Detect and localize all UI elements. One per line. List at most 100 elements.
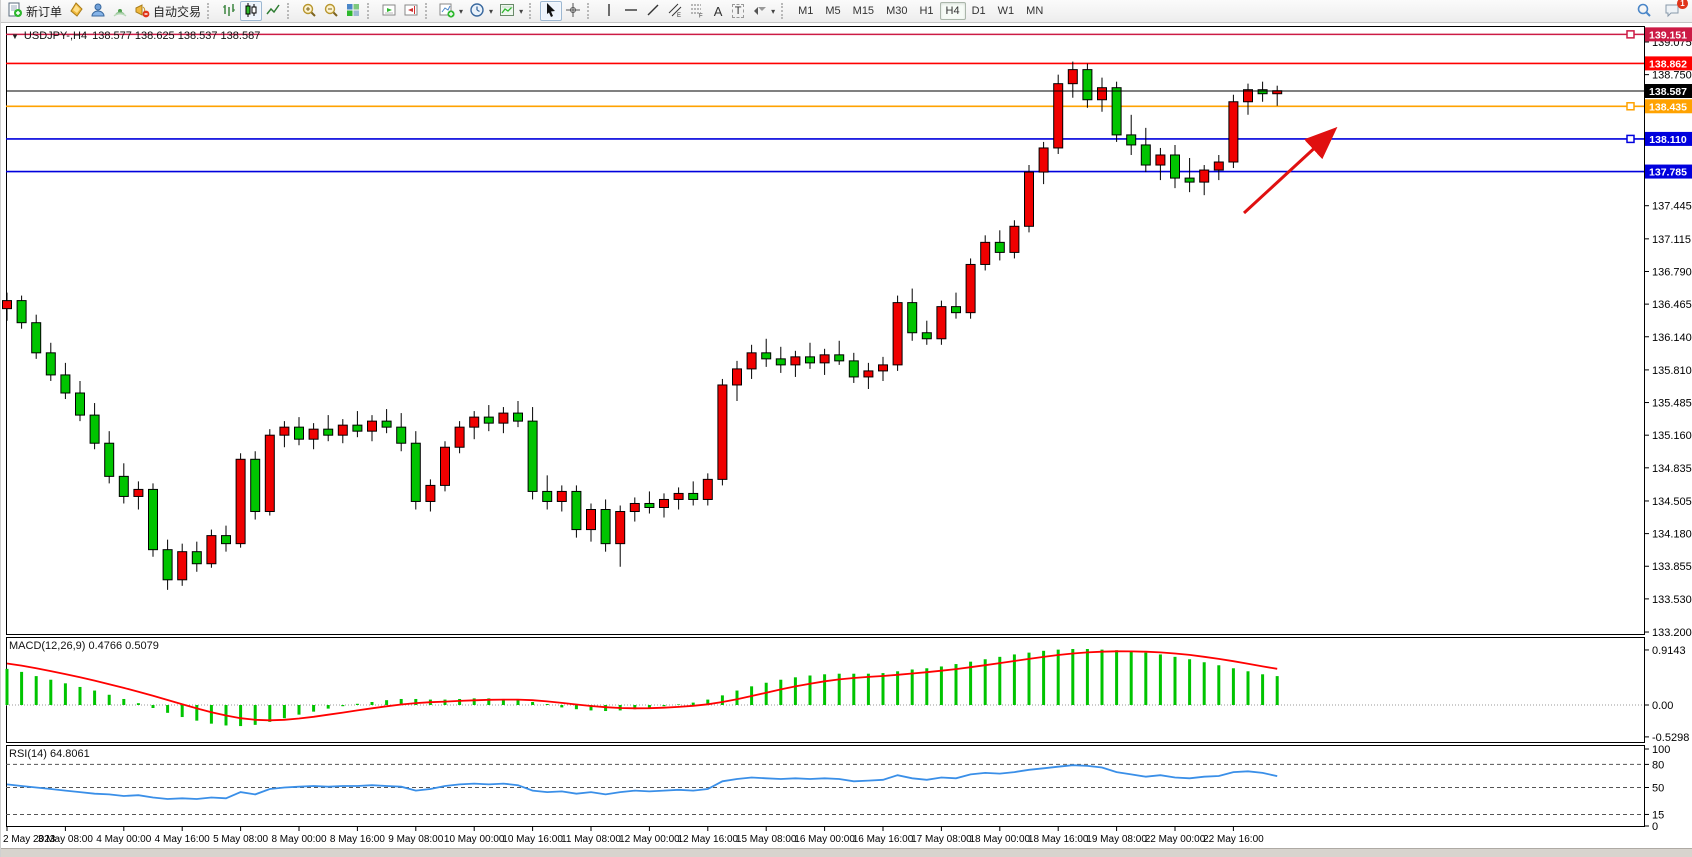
periods-button[interactable]: ▾ — [466, 1, 496, 21]
price-badge[interactable]: 138.862 — [1645, 56, 1692, 70]
zoom-out-button[interactable] — [320, 1, 342, 21]
candle-body-up — [1039, 148, 1048, 172]
price-badge-text: 137.785 — [1649, 167, 1687, 179]
text-button[interactable]: A — [708, 1, 728, 21]
indicators-button[interactable]: ▾ — [436, 1, 466, 21]
candle-body-up — [280, 427, 289, 435]
signals-button[interactable] — [109, 1, 131, 21]
symbol-dropdown-icon[interactable]: ▼ — [11, 32, 19, 41]
candle-body-down — [119, 476, 128, 496]
price-badge[interactable]: 139.151 — [1645, 27, 1692, 41]
toolbar-drag-handle[interactable] — [781, 3, 788, 19]
time-tick-label: 22 May 16:00 — [1203, 834, 1264, 845]
chart-shift-button[interactable] — [400, 1, 422, 21]
zoom-in-button[interactable] — [298, 1, 320, 21]
search-button[interactable] — [1633, 1, 1655, 21]
mt4-window: 新订单 自动交易 — [0, 0, 1692, 857]
main-panel[interactable] — [7, 27, 1645, 635]
candle-body-down — [163, 550, 172, 580]
fibonacci-button[interactable]: F — [686, 1, 708, 21]
timeframe-d1-button[interactable]: D1 — [966, 2, 992, 20]
price-badge[interactable]: 138.110 — [1645, 132, 1692, 146]
zoom-group — [298, 0, 364, 22]
candle-body-down — [762, 353, 771, 359]
candle-body-up — [557, 491, 566, 501]
line-handle[interactable] — [1627, 31, 1634, 38]
line-handle[interactable] — [1627, 135, 1634, 142]
chevron-down-icon: ▾ — [519, 7, 523, 16]
toolbar-drag-handle[interactable] — [587, 3, 594, 19]
templates-button[interactable]: ▾ — [496, 1, 526, 21]
new-order-button[interactable]: 新订单 — [4, 1, 65, 21]
candle-body-up — [178, 552, 187, 580]
cursor-button[interactable] — [540, 1, 562, 21]
navigator-button[interactable] — [87, 1, 109, 21]
candle-body-up — [134, 489, 143, 496]
timeframe-mn-button[interactable]: MN — [1020, 2, 1049, 20]
chart-canvas[interactable]: 139.075138.750137.445137.115136.790136.4… — [1, 23, 1692, 848]
candle-body-down — [689, 493, 698, 499]
candle — [251, 451, 260, 519]
candle-body-up — [207, 536, 216, 564]
macd-tick-label: 0.00 — [1652, 700, 1673, 712]
tile-windows-button[interactable] — [342, 1, 364, 21]
candle-body-down — [149, 489, 158, 549]
auto-trading-button[interactable]: 自动交易 — [131, 1, 204, 21]
bid-price-badge[interactable]: 138.587 — [1645, 84, 1692, 98]
text-label-button[interactable]: T — [728, 1, 748, 21]
candle-body-down — [1185, 178, 1194, 182]
timeframe-m15-button[interactable]: M15 — [847, 2, 880, 20]
price-badge[interactable]: 137.785 — [1645, 165, 1692, 179]
time-tick-label: 15 May 08:00 — [736, 834, 797, 845]
time-tick-label: 8 May 16:00 — [330, 834, 385, 845]
chart-area[interactable]: 139.075138.750137.445137.115136.790136.4… — [1, 23, 1692, 848]
time-tick-label: 17 May 08:00 — [911, 834, 972, 845]
toolbar-drag-handle[interactable] — [367, 3, 374, 19]
new-order-label: 新订单 — [26, 3, 62, 20]
trade-group: 新订单 自动交易 — [4, 0, 204, 22]
bar-chart-button[interactable] — [218, 1, 240, 21]
toolbar-drag-handle[interactable] — [529, 3, 536, 19]
text-tool-icon: A — [714, 4, 723, 19]
timeframe-h4-button[interactable]: H4 — [940, 2, 966, 20]
candle — [411, 431, 420, 509]
candle-body-down — [908, 303, 917, 333]
candle-body-down — [528, 421, 537, 491]
new-order-icon — [7, 2, 23, 21]
vertical-line-button[interactable] — [598, 1, 620, 21]
timeframe-w1-button[interactable]: W1 — [992, 2, 1021, 20]
toolbar-drag-handle[interactable] — [287, 3, 294, 19]
toolbar-drag-handle[interactable] — [425, 3, 432, 19]
market-watch-button[interactable] — [65, 1, 87, 21]
horizontal-line-button[interactable] — [620, 1, 642, 21]
timeframe-m1-button[interactable]: M1 — [792, 2, 819, 20]
candle-body-down — [806, 357, 815, 363]
timeframe-m5-button[interactable]: M5 — [819, 2, 846, 20]
line-handle[interactable] — [1627, 103, 1634, 110]
chevron-down-icon: ▾ — [771, 7, 775, 16]
candle-body-down — [46, 353, 55, 375]
candle-body-down — [543, 491, 552, 501]
arrows-button[interactable]: ▾ — [748, 1, 778, 21]
candle-body-down — [1112, 88, 1121, 135]
cursor-icon — [543, 2, 559, 21]
candle-body-down — [222, 536, 231, 544]
toolbar-drag-handle[interactable] — [207, 3, 214, 19]
timeframe-m30-button[interactable]: M30 — [880, 2, 913, 20]
candle — [1229, 95, 1238, 168]
trendline-button[interactable] — [642, 1, 664, 21]
crosshair-button[interactable] — [562, 1, 584, 21]
auto-scroll-icon — [381, 2, 397, 21]
bar-chart-icon — [221, 2, 237, 21]
equidistant-channel-button[interactable]: E — [664, 1, 686, 21]
chat-button[interactable]: 1 — [1661, 1, 1683, 21]
auto-scroll-button[interactable] — [378, 1, 400, 21]
candle-body-up — [1054, 84, 1063, 148]
chart-shift-icon — [403, 2, 419, 21]
candle-body-down — [572, 491, 581, 529]
line-chart-button[interactable] — [262, 1, 284, 21]
price-badge[interactable]: 138.435 — [1645, 99, 1692, 113]
candle-body-down — [645, 503, 654, 507]
candlestick-button[interactable] — [240, 1, 262, 21]
timeframe-h1-button[interactable]: H1 — [913, 2, 939, 20]
